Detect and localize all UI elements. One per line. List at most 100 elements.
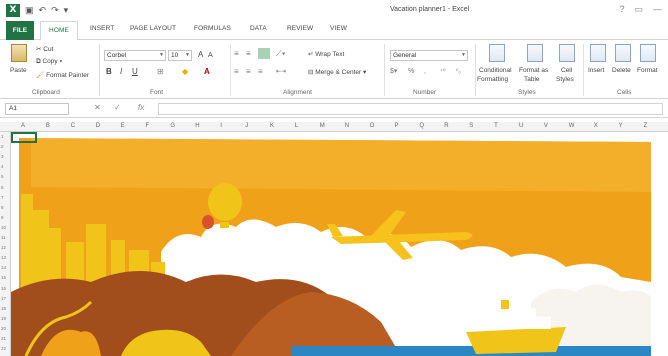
borders-icon[interactable]: ⊞ [157, 67, 164, 77]
row-header-2[interactable]: 2 [1, 144, 4, 149]
row-header-7[interactable]: 7 [1, 195, 4, 200]
column-header-a[interactable]: A [21, 123, 25, 129]
font-name-select[interactable]: Corbel ▼ [104, 50, 166, 61]
column-header-e[interactable]: E [121, 123, 125, 129]
orientation-icon[interactable]: ⟋▾ [276, 49, 286, 59]
shrink-font-button[interactable]: A [208, 51, 213, 61]
column-header-r[interactable]: R [444, 123, 448, 129]
row-header-16[interactable]: 16 [1, 286, 6, 291]
fill-color-icon[interactable]: ◆ [182, 67, 188, 77]
underline-button[interactable]: U [132, 67, 138, 77]
column-header-i[interactable]: I [220, 123, 222, 129]
name-box[interactable]: A1 [5, 103, 69, 115]
column-header-u[interactable]: U [519, 123, 523, 129]
column-header-q[interactable]: Q [419, 123, 424, 129]
accounting-icon[interactable]: $▾ [390, 67, 397, 77]
tab-data[interactable]: DATA [250, 25, 267, 32]
align-top-icon[interactable]: ≡ [234, 49, 239, 59]
increase-decimal-icon[interactable]: ⁺⁰ [440, 67, 446, 77]
column-header-l[interactable]: L [295, 123, 298, 129]
column-header-w[interactable]: W [569, 123, 575, 129]
row-header-17[interactable]: 17 [1, 296, 6, 301]
merge-center-button[interactable]: ⊟ Merge & Center ▾ [308, 68, 366, 76]
group-divider [384, 44, 385, 96]
column-header-s[interactable]: S [469, 123, 473, 129]
grow-font-button[interactable]: A [198, 50, 203, 60]
number-format-select[interactable]: General ▼ [390, 50, 468, 61]
column-header-g[interactable]: G [170, 123, 175, 129]
row-header-13[interactable]: 13 [1, 255, 6, 260]
row-header-4[interactable]: 4 [1, 164, 4, 169]
column-header-f[interactable]: F [146, 123, 150, 129]
insert-function-button[interactable]: fx [138, 103, 144, 112]
row-header-10[interactable]: 10 [1, 225, 6, 230]
column-header-x[interactable]: X [594, 123, 598, 129]
italic-button[interactable]: I [120, 67, 122, 77]
tab-page-layout[interactable]: PAGE LAYOUT [130, 25, 176, 32]
column-header-m[interactable]: M [320, 123, 325, 129]
column-header-y[interactable]: Y [619, 123, 623, 129]
undo-icon[interactable]: ↶ [39, 4, 47, 17]
tab-home[interactable]: HOME [40, 21, 78, 41]
align-middle-icon[interactable]: ≡ [246, 49, 251, 59]
row-header-6[interactable]: 6 [1, 185, 4, 190]
row-header-22[interactable]: 22 [1, 346, 6, 351]
tab-file[interactable]: FILE [6, 21, 34, 40]
row-header-18[interactable]: 18 [1, 306, 6, 311]
minimize-icon[interactable]: — [653, 4, 662, 15]
copy-button[interactable]: ⧉ Copy ▾ [36, 58, 62, 66]
row-header-8[interactable]: 8 [1, 205, 4, 210]
row-header-20[interactable]: 20 [1, 326, 6, 331]
row-header-9[interactable]: 9 [1, 215, 4, 220]
row-header-11[interactable]: 11 [1, 235, 6, 240]
column-header-v[interactable]: V [544, 123, 548, 129]
tab-view[interactable]: VIEW [330, 25, 347, 32]
tab-formulas[interactable]: FORMULAS [194, 25, 231, 32]
row-header-12[interactable]: 12 [1, 245, 6, 250]
cancel-icon[interactable]: ✕ [94, 103, 101, 112]
column-header-b[interactable]: B [46, 123, 50, 129]
row-header-1[interactable]: 1 [1, 134, 4, 139]
align-right-icon[interactable]: ≡ [258, 67, 263, 77]
redo-icon[interactable]: ↷ [51, 4, 59, 17]
comma-icon[interactable]: , [424, 67, 426, 77]
column-header-n[interactable]: N [345, 123, 349, 129]
customize-qat-icon[interactable]: ▾ [64, 4, 69, 17]
column-header-h[interactable]: H [195, 123, 199, 129]
tab-insert[interactable]: INSERT [90, 25, 114, 32]
row-header-19[interactable]: 19 [1, 316, 6, 321]
format-painter-button[interactable]: 🖌 Format Painter [36, 71, 89, 79]
column-header-d[interactable]: D [96, 123, 100, 129]
active-cell[interactable] [11, 132, 37, 143]
row-header-3[interactable]: 3 [1, 154, 4, 159]
column-header-k[interactable]: K [270, 123, 274, 129]
row-header-21[interactable]: 21 [1, 336, 6, 341]
column-header-c[interactable]: C [71, 123, 75, 129]
column-header-p[interactable]: P [395, 123, 399, 129]
help-icon[interactable]: ? [619, 4, 624, 15]
align-bottom-icon[interactable] [258, 48, 270, 59]
align-left-icon[interactable]: ≡ [234, 67, 239, 77]
column-header-z[interactable]: Z [644, 123, 648, 129]
restore-icon[interactable]: ▭ [634, 4, 643, 15]
cells-group-label: Cells [617, 89, 632, 96]
formula-input[interactable] [158, 103, 663, 115]
decrease-decimal-icon[interactable]: ⁰₀ [456, 67, 461, 77]
percent-icon[interactable]: % [408, 67, 414, 77]
row-header-14[interactable]: 14 [1, 265, 6, 270]
font-size-select[interactable]: 10 ▼ [168, 50, 192, 61]
row-header-5[interactable]: 5 [1, 174, 4, 179]
indent-icon[interactable]: ⇤⇥ [276, 67, 286, 77]
column-header-t[interactable]: T [494, 123, 498, 129]
cut-button[interactable]: ✂ Cut [36, 45, 53, 53]
row-header-15[interactable]: 15 [1, 275, 6, 280]
font-color-icon[interactable]: A [204, 67, 210, 77]
save-icon[interactable]: ▣ [25, 4, 34, 17]
wrap-text-button[interactable]: ↵ Wrap Text [308, 50, 344, 58]
tab-review[interactable]: REVIEW [287, 25, 313, 32]
column-header-o[interactable]: O [370, 123, 375, 129]
bold-button[interactable]: B [106, 67, 112, 77]
align-center-icon[interactable]: ≡ [246, 67, 251, 77]
enter-icon[interactable]: ✓ [114, 103, 121, 112]
column-header-j[interactable]: J [245, 123, 248, 129]
